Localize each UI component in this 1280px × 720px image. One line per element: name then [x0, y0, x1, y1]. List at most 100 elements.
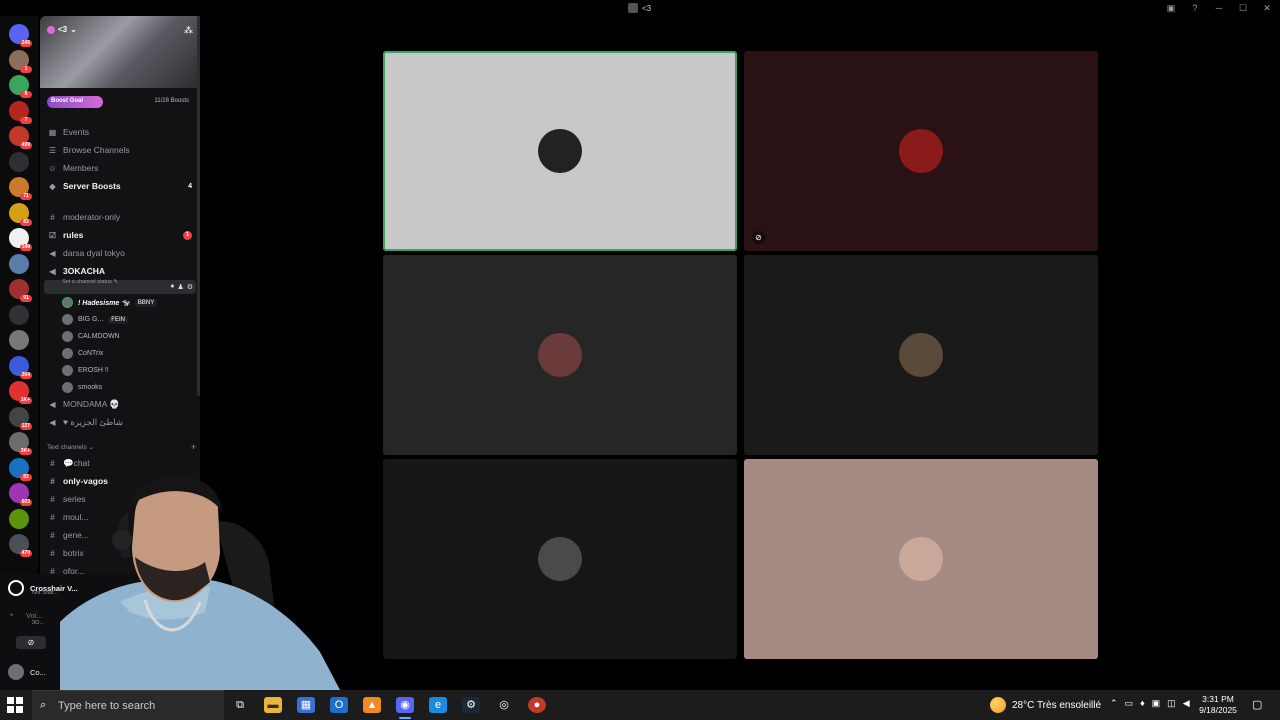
- participant-tile-4[interactable]: [744, 255, 1098, 455]
- avatar: [62, 297, 73, 308]
- server-icon-13[interactable]: [9, 330, 29, 350]
- voice-user[interactable]: BIG G... FEIN: [62, 314, 128, 325]
- user-tag: BBNY: [134, 298, 158, 307]
- server-icon-15[interactable]: 1K+: [9, 381, 32, 404]
- voice-user[interactable]: ! Hadesisme 🐄 BBNY: [62, 297, 158, 308]
- channel-moderator-only[interactable]: # moderator-only: [48, 212, 192, 222]
- screenshare-off-icon[interactable]: ⊘: [16, 636, 46, 649]
- user-row[interactable]: Co...: [8, 664, 46, 680]
- server-icon-1[interactable]: 245: [9, 24, 32, 47]
- add-channel-icon[interactable]: +: [191, 442, 196, 452]
- recording-app-icon[interactable]: ●: [528, 697, 546, 713]
- unread-badge: 264: [19, 371, 32, 379]
- server-icon-18[interactable]: 82: [9, 457, 32, 481]
- outlook-icon[interactable]: O: [330, 697, 348, 713]
- server-icon-5[interactable]: 499: [9, 126, 32, 149]
- voice-user[interactable]: CALMDOWN: [62, 331, 120, 342]
- server-icon-9[interactable]: 149: [9, 228, 32, 251]
- server-icon-10[interactable]: [9, 253, 29, 274]
- edge-icon[interactable]: e: [429, 697, 447, 713]
- crosshair-app-icon[interactable]: ◎: [495, 697, 513, 713]
- channel-darsa-dyal-tokyo[interactable]: ◀ darsa dyal tokyo: [48, 248, 192, 258]
- app-icon[interactable]: ▲: [363, 697, 381, 713]
- section-label-text: Text channels: [47, 444, 87, 451]
- participant-tile-1[interactable]: [383, 51, 737, 251]
- server-icon-4[interactable]: 7: [9, 100, 32, 124]
- server-icon-6[interactable]: [9, 151, 29, 172]
- channel-status[interactable]: Set a channel status ✎: [62, 279, 118, 285]
- store-icon[interactable]: ▦: [297, 697, 315, 713]
- weather-widget[interactable]: 28°C Très ensoleillé: [990, 697, 1101, 713]
- participant-tile-5[interactable]: [383, 459, 737, 659]
- device-icon[interactable]: ▣: [1152, 698, 1161, 709]
- voice-user[interactable]: CoNTrix: [62, 348, 103, 359]
- server-icon-21[interactable]: 470: [9, 534, 32, 557]
- unread-badge: 149: [19, 244, 32, 251]
- voice-connected[interactable]: ◔ Voi...: [8, 610, 43, 620]
- camera-icon[interactable]: ▭: [1125, 698, 1134, 709]
- avatar: [62, 331, 73, 342]
- help-icon[interactable]: ?: [1190, 3, 1200, 14]
- discord-icon[interactable]: ◉: [396, 697, 414, 713]
- server-icon-16[interactable]: 127: [9, 406, 32, 430]
- windows-taskbar: ⌕ Type here to search ⧉ ▬ ▦ O ▲ ◉ e ⚙ ◎ …: [0, 690, 1280, 720]
- server-header[interactable]: <3 ⌄: [47, 25, 77, 34]
- menu-members[interactable]: ☺ Members: [48, 163, 192, 173]
- unread-badge: 7: [20, 116, 32, 124]
- menu-server-boosts[interactable]: ◆ Server Boosts 4: [48, 181, 192, 191]
- text-channels-header[interactable]: Text channels ⌄ +: [47, 442, 196, 452]
- voice-channel-3okacha[interactable]: ◀ 3OKACHA: [48, 266, 192, 276]
- server-icon-19[interactable]: 603: [9, 483, 32, 506]
- chevron-up-icon[interactable]: ⌃: [1110, 698, 1118, 709]
- channel-rules[interactable]: ☑ rules 1: [48, 230, 192, 240]
- sidebar-scrollbar[interactable]: [197, 16, 200, 396]
- boost-goal-bar[interactable]: Boost Goal 11/28 Boosts: [47, 96, 193, 108]
- add-member-icon[interactable]: ♟: [177, 283, 183, 291]
- windows-start-button[interactable]: [7, 697, 23, 713]
- taskbar-search[interactable]: ⌕ Type here to search: [32, 690, 224, 720]
- server-icon-3[interactable]: 6: [9, 75, 32, 98]
- streamer-figure: [60, 476, 340, 690]
- server-icon-11[interactable]: 91: [9, 279, 32, 302]
- task-view-icon[interactable]: ⧉: [231, 697, 249, 713]
- server-icon-8[interactable]: 83: [9, 202, 32, 226]
- server-icon-12[interactable]: [9, 304, 29, 325]
- steam-icon[interactable]: ⚙: [462, 697, 480, 713]
- server-icon: [628, 3, 638, 13]
- server-icon-14[interactable]: 264: [9, 355, 32, 379]
- chat-icon[interactable]: ●: [170, 283, 174, 291]
- speaker-icon: ◀: [49, 418, 56, 427]
- menu-label: Events: [63, 127, 89, 137]
- participant-tile-2[interactable]: ⊘: [744, 51, 1098, 251]
- unread-badge: 499: [19, 142, 32, 149]
- menu-events[interactable]: ▦ Events: [48, 127, 192, 137]
- voice-user[interactable]: EROSH !!: [62, 365, 109, 376]
- participant-avatar: [538, 333, 582, 377]
- mic-icon[interactable]: ♦: [1140, 698, 1145, 709]
- participant-tile-6[interactable]: [744, 459, 1098, 659]
- taskbar-clock[interactable]: 3:31 PM 9/18/2025: [1198, 694, 1238, 716]
- voice-channel-shati[interactable]: ◀ ♥ شاطئ الجزيرة: [48, 417, 192, 428]
- window-title-text: <3: [642, 3, 652, 13]
- voice-user[interactable]: smooks: [62, 382, 102, 393]
- unread-badge: 603: [19, 499, 32, 506]
- gear-icon[interactable]: ⚙: [187, 283, 193, 291]
- volume-icon[interactable]: ◀: [1183, 698, 1190, 709]
- network-icon[interactable]: ◫: [1167, 698, 1176, 709]
- close-button[interactable]: ✕: [1262, 3, 1272, 14]
- inbox-icon[interactable]: ▣: [1166, 3, 1176, 14]
- file-explorer-icon[interactable]: ▬: [264, 697, 282, 713]
- notification-icon[interactable]: ▢: [1252, 698, 1262, 711]
- server-icon-17[interactable]: 2K+: [9, 432, 32, 455]
- participant-tile-3[interactable]: [383, 255, 737, 455]
- server-icon-20[interactable]: [9, 508, 29, 529]
- invite-icon[interactable]: ⁂: [184, 25, 193, 36]
- server-banner[interactable]: <3 ⌄ ⁂: [40, 16, 200, 88]
- maximize-button[interactable]: ☐: [1238, 3, 1248, 14]
- streamer-webcam-overlay: [60, 462, 340, 690]
- minimize-button[interactable]: ─: [1214, 3, 1224, 14]
- menu-browse-channels[interactable]: ☰ Browse Channels: [48, 145, 192, 155]
- server-icon-2[interactable]: 1: [9, 49, 32, 73]
- server-icon-7[interactable]: 71: [9, 177, 32, 200]
- voice-channel-mondama[interactable]: ◀ MONDAMA 💀: [48, 399, 192, 410]
